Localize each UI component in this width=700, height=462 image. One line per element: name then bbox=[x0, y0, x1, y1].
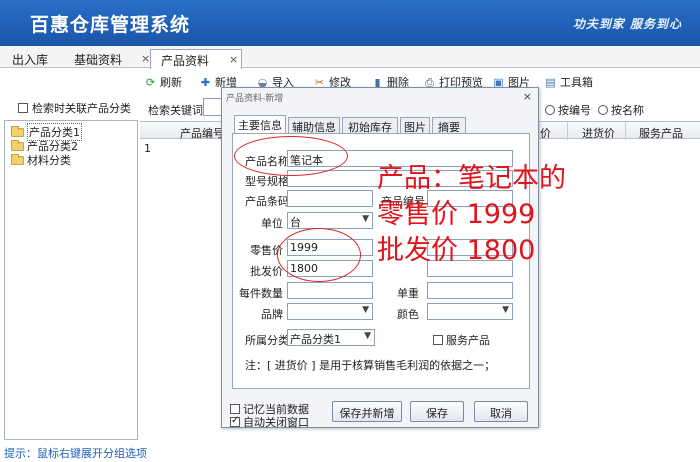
checkbox-box bbox=[18, 103, 28, 113]
auto-close-checkbox[interactable]: 自动关闭窗口 bbox=[230, 414, 309, 430]
annotation-ellipse-name bbox=[234, 136, 348, 176]
wholesale-price-label: 批发价 bbox=[250, 265, 283, 278]
checkbox-box bbox=[230, 415, 240, 427]
category-label: 所属分类 bbox=[245, 334, 289, 347]
save-button[interactable]: 保存 bbox=[410, 401, 464, 422]
pack-quantity-label: 每件数量 bbox=[239, 287, 283, 300]
refresh-label: 刷新 bbox=[160, 76, 182, 89]
unit-weight-input[interactable] bbox=[427, 282, 513, 299]
tree-item-label: 材料分类 bbox=[27, 154, 71, 167]
unit-label: 单位 bbox=[261, 217, 283, 230]
tab-summary[interactable]: 摘要 bbox=[432, 117, 466, 134]
toolbox-icon: ▤ bbox=[545, 75, 556, 89]
chevron-down-icon: ▼ bbox=[362, 305, 369, 315]
folder-icon bbox=[11, 139, 24, 151]
keyword-label: 检索关键词 bbox=[148, 104, 203, 117]
radio-circle bbox=[598, 105, 608, 115]
folder-icon bbox=[11, 125, 24, 137]
tab-basic-data[interactable]: 基础资料 bbox=[74, 49, 122, 68]
color-select[interactable]: ▼ bbox=[427, 303, 513, 320]
checkbox-box bbox=[230, 404, 240, 414]
auto-close-label: 自动关闭窗口 bbox=[243, 416, 309, 429]
radio-label: 按名称 bbox=[611, 104, 644, 117]
barcode-input[interactable] bbox=[287, 190, 373, 207]
note-text: 注：[ 进货价 ] 是用于核算销售毛利润的依据之一； bbox=[245, 359, 496, 372]
unit-value: 台 bbox=[290, 216, 301, 229]
tab-aux-info[interactable]: 辅助信息 bbox=[288, 117, 340, 134]
column-separator bbox=[567, 122, 568, 140]
pack-quantity-input[interactable] bbox=[287, 282, 373, 299]
brand-label: 品牌 bbox=[261, 308, 283, 321]
cancel-button[interactable]: 取消 bbox=[474, 401, 528, 422]
toolbox-button[interactable]: ▤ 工具箱 bbox=[544, 74, 593, 90]
chevron-down-icon: ▼ bbox=[502, 305, 509, 315]
tab-initial-stock[interactable]: 初始库存 bbox=[342, 117, 398, 134]
app-slogan: 功夫到家 服务到心 bbox=[572, 17, 682, 31]
category-select[interactable]: 产品分类1 ▼ bbox=[287, 329, 375, 346]
search-related-label: 检索时关联产品分类 bbox=[32, 102, 131, 115]
annotation-line-3: 批发价 1800 bbox=[377, 235, 536, 266]
refresh-icon: ⟳ bbox=[145, 75, 156, 89]
radio-by-name[interactable]: 按名称 bbox=[598, 102, 644, 118]
tab-label: 出入库 bbox=[12, 53, 49, 67]
table-row-index: 1 bbox=[144, 142, 151, 155]
column-header-price[interactable]: 价 bbox=[540, 125, 551, 141]
unit-weight-label: 单重 bbox=[397, 287, 419, 300]
radio-by-code[interactable]: 按编号 bbox=[545, 102, 591, 118]
tree-item-material[interactable]: 材料分类 bbox=[11, 153, 71, 167]
service-product-checkbox[interactable]: 服务产品 bbox=[433, 332, 490, 348]
app-banner: 百惠仓库管理系统 功夫到家 服务到心 bbox=[0, 0, 700, 46]
annotation-ellipse-prices bbox=[277, 228, 361, 282]
close-icon[interactable]: × bbox=[229, 53, 238, 66]
brand-select[interactable]: ▼ bbox=[287, 303, 373, 320]
tree-item-category-1[interactable]: 产品分类1 bbox=[11, 123, 82, 141]
tab-inout[interactable]: 出入库 bbox=[12, 49, 48, 68]
service-product-label: 服务产品 bbox=[446, 334, 490, 347]
app-title: 百惠仓库管理系统 bbox=[30, 14, 191, 36]
color-label: 颜色 bbox=[397, 308, 419, 321]
tab-label: 主要信息 bbox=[238, 119, 282, 132]
close-icon[interactable]: × bbox=[141, 50, 150, 69]
tab-product-data[interactable]: 产品资料 × bbox=[150, 49, 242, 69]
tree-item-category-2[interactable]: 产品分类2 bbox=[11, 139, 78, 153]
chevron-down-icon: ▼ bbox=[364, 331, 371, 341]
category-value: 产品分类1 bbox=[290, 333, 341, 346]
tab-label: 基础资料 bbox=[74, 53, 123, 67]
column-header-cost[interactable]: 进货价 bbox=[582, 125, 615, 141]
column-separator bbox=[625, 122, 626, 140]
toolbox-label: 工具箱 bbox=[560, 76, 593, 89]
dialog-title: 产品资料-新增 bbox=[226, 94, 284, 104]
radio-circle bbox=[545, 105, 555, 115]
tab-bar: 出入库 基础资料 × bbox=[0, 46, 700, 68]
save-and-new-button[interactable]: 保存并新增 bbox=[332, 401, 402, 422]
annotation-line-2: 零售价 1999 bbox=[377, 199, 536, 230]
folder-icon bbox=[11, 153, 24, 165]
tab-label: 产品资料 bbox=[161, 54, 210, 68]
tab-images[interactable]: 图片 bbox=[400, 117, 430, 134]
chevron-down-icon: ▼ bbox=[362, 214, 369, 224]
search-related-category-checkbox[interactable]: 检索时关联产品分类 bbox=[18, 100, 131, 116]
category-tree: 产品分类1 产品分类2 材料分类 bbox=[4, 120, 138, 440]
barcode-label: 产品条码 bbox=[245, 195, 289, 208]
checkbox-box bbox=[433, 335, 443, 345]
tab-main-info[interactable]: 主要信息 bbox=[234, 115, 286, 134]
refresh-button[interactable]: ⟳ 刷新 bbox=[144, 74, 182, 90]
radio-label: 按编号 bbox=[558, 104, 591, 117]
annotation-line-1: 产品：笔记本的 bbox=[377, 163, 566, 194]
column-header-code[interactable]: 产品编号 bbox=[180, 125, 224, 141]
close-icon[interactable]: × bbox=[523, 90, 532, 103]
add-icon: ✚ bbox=[200, 75, 211, 89]
column-header-service[interactable]: 服务产品 bbox=[639, 125, 683, 141]
hint-text: 提示：鼠标右键展开分组选项 bbox=[4, 447, 147, 460]
unit-select[interactable]: 台 ▼ bbox=[287, 212, 373, 229]
